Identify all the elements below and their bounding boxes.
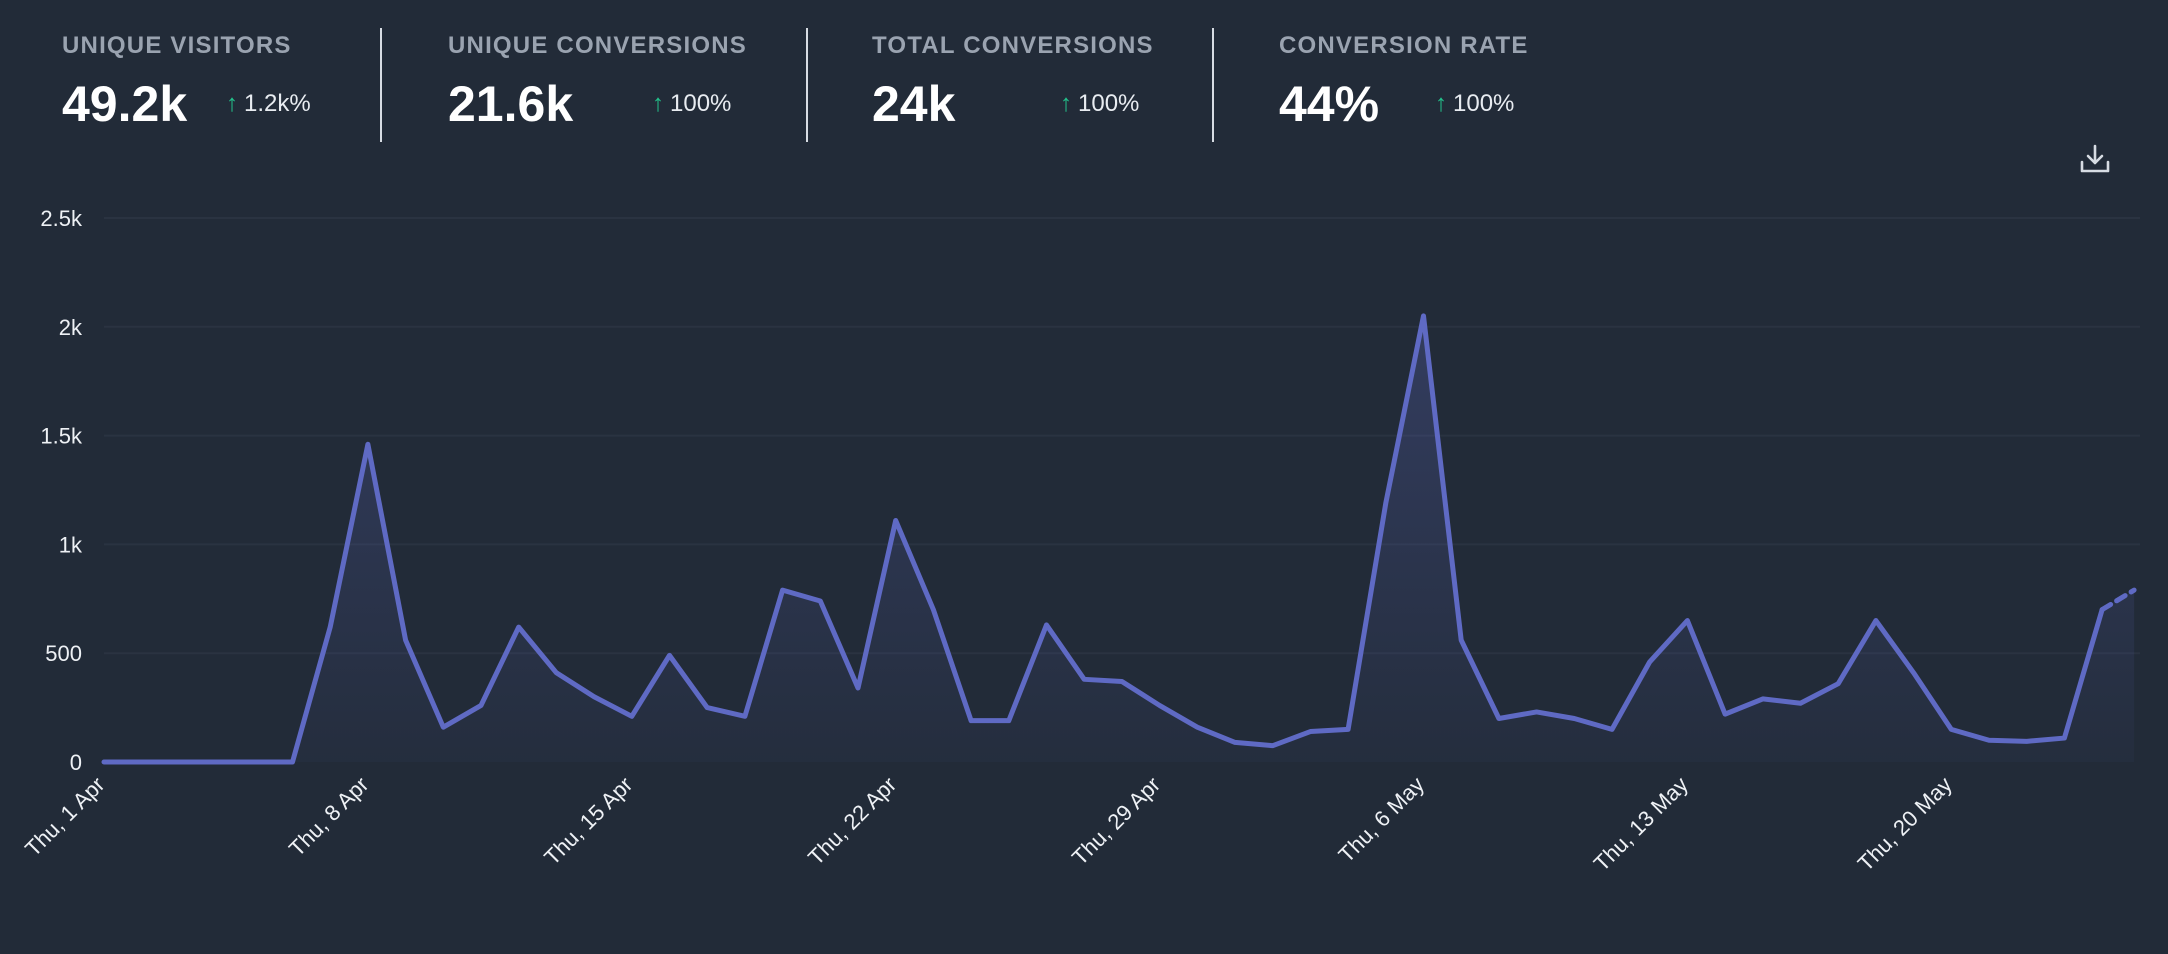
data-point	[176, 759, 182, 765]
data-point	[1232, 739, 1238, 745]
data-point	[1345, 726, 1351, 732]
data-point	[214, 759, 220, 765]
y-tick-label: 2.5k	[40, 206, 83, 231]
data-point	[1307, 729, 1313, 735]
data-point	[440, 724, 446, 730]
x-tick-label: Thu, 13 May	[1589, 772, 1693, 876]
data-point	[1873, 618, 1879, 624]
data-point	[1986, 737, 1992, 743]
data-point	[629, 713, 635, 719]
x-tick-label: Thu, 6 May	[1334, 772, 1429, 867]
data-point	[780, 587, 786, 593]
x-tick-label: Thu, 22 Apr	[803, 772, 901, 870]
data-point	[553, 670, 559, 676]
data-point	[930, 607, 936, 613]
data-point	[478, 702, 484, 708]
y-tick-label: 2k	[59, 315, 83, 340]
data-point	[2061, 735, 2067, 741]
data-point	[516, 624, 522, 630]
data-point	[591, 694, 597, 700]
data-point	[327, 624, 333, 630]
data-point	[290, 759, 296, 765]
data-point	[365, 441, 371, 447]
data-point	[855, 685, 861, 691]
data-point	[1119, 678, 1125, 684]
data-point	[1081, 676, 1087, 682]
data-point	[139, 759, 145, 765]
data-point	[1421, 313, 1427, 319]
data-point	[1383, 500, 1389, 506]
data-point	[968, 718, 974, 724]
data-point	[1798, 700, 1804, 706]
data-point	[893, 517, 899, 523]
data-point	[817, 598, 823, 604]
series-area	[104, 315, 2135, 762]
data-point	[1270, 743, 1276, 749]
data-point	[101, 759, 107, 765]
data-point	[1684, 618, 1690, 624]
data-point	[403, 637, 409, 643]
y-tick-label: 1.5k	[40, 424, 83, 449]
data-point	[2024, 738, 2030, 744]
data-point	[1496, 715, 1502, 721]
data-point	[667, 652, 673, 658]
data-point	[2099, 607, 2105, 613]
data-point	[252, 759, 258, 765]
data-point	[1006, 718, 1012, 724]
data-point	[1760, 696, 1766, 702]
y-tick-label: 0	[70, 750, 82, 775]
data-point	[1194, 724, 1200, 730]
y-tick-label: 500	[45, 641, 82, 666]
y-tick-label: 1k	[59, 532, 83, 557]
data-point	[1948, 726, 1954, 732]
data-point	[1647, 659, 1653, 665]
x-tick-label: Thu, 20 May	[1853, 772, 1957, 876]
data-point	[1157, 702, 1163, 708]
data-point	[1534, 709, 1540, 715]
data-point	[1571, 715, 1577, 721]
data-point	[1835, 681, 1841, 687]
data-point	[1458, 637, 1464, 643]
x-tick-label: Thu, 8 Apr	[284, 772, 373, 861]
line-chart: 0 500 1k 1.5k 2k 2.5k Thu, 1 Apr Thu, 8 Apr Thu,…	[20, 206, 2140, 876]
x-tick-label: Thu, 1 Apr	[20, 772, 109, 861]
data-point	[1722, 711, 1728, 717]
data-point	[1609, 726, 1615, 732]
data-point	[742, 713, 748, 719]
x-tick-label: Thu, 29 Apr	[1067, 772, 1165, 870]
x-tick-label: Thu, 15 Apr	[539, 772, 637, 870]
data-point	[1044, 622, 1050, 628]
data-point	[1911, 670, 1917, 676]
data-point	[704, 705, 710, 711]
